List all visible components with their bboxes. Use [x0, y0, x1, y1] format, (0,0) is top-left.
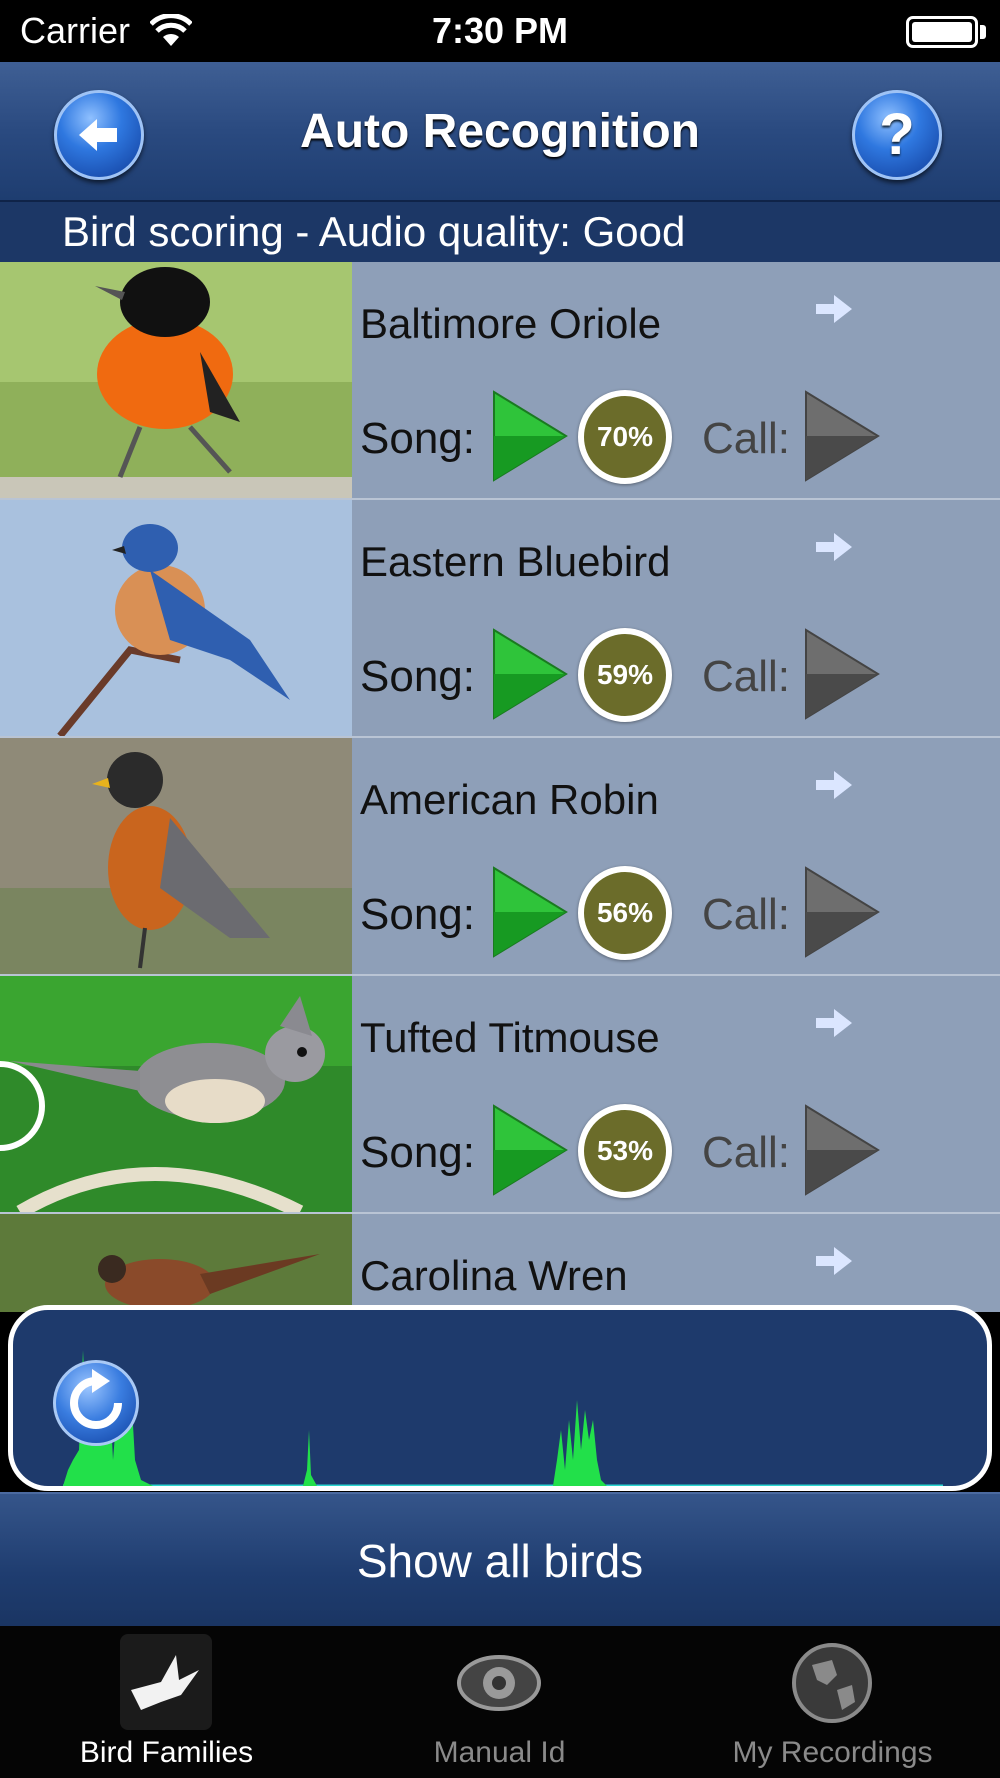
play-call-icon[interactable]: [804, 390, 880, 482]
bird-list[interactable]: Baltimore Oriole Song: 70% Call: Eastern…: [0, 262, 1000, 1312]
bird-photo-carolina-wren: [0, 1214, 352, 1312]
audio-quality-header: Bird scoring - Audio quality: Good: [0, 202, 1000, 262]
bird-photo-baltimore-oriole: [0, 262, 352, 498]
bird-row-baltimore-oriole[interactable]: Baltimore Oriole Song: 70% Call:: [0, 262, 1000, 500]
globe-icon: [792, 1643, 872, 1723]
show-all-birds-button[interactable]: Show all birds: [0, 1492, 1000, 1626]
tab-manual-id[interactable]: Manual Id: [333, 1626, 666, 1778]
match-score-badge: 70%: [578, 390, 672, 484]
bird-row-carolina-wren[interactable]: Carolina Wren: [0, 1214, 1000, 1312]
tab-my-recordings[interactable]: My Recordings: [666, 1626, 999, 1778]
bird-photo-eastern-bluebird: [0, 500, 352, 736]
eye-icon: [457, 1655, 541, 1711]
tab-bar: Bird Families Manual Id My Recordings: [0, 1626, 1000, 1778]
play-song-icon[interactable]: [492, 1104, 568, 1196]
match-score-badge: 59%: [578, 628, 672, 722]
bird-name: Carolina Wren: [360, 1252, 628, 1299]
detail-arrow-icon[interactable]: [814, 292, 854, 326]
call-label: Call:: [702, 414, 791, 463]
bird-name: Baltimore Oriole: [360, 300, 662, 347]
tab-label: Manual Id: [433, 1736, 566, 1769]
tab-bird-families[interactable]: Bird Families: [0, 1626, 333, 1778]
help-icon: ?: [879, 102, 915, 167]
call-label: Call:: [702, 1128, 791, 1177]
call-label: Call:: [702, 890, 791, 939]
play-call-icon[interactable]: [804, 628, 880, 720]
detail-arrow-icon[interactable]: [814, 1006, 854, 1040]
song-label: Song:: [360, 652, 475, 701]
bird-photo-tufted-titmouse: [0, 976, 352, 1212]
bird-row-tufted-titmouse[interactable]: Tufted Titmouse Song: 53% Call:: [0, 976, 1000, 1214]
battery-icon: [906, 16, 978, 48]
bird-photo-american-robin: [0, 738, 352, 974]
bird-row-american-robin[interactable]: American Robin Song: 56% Call:: [0, 738, 1000, 976]
detail-arrow-icon[interactable]: [814, 530, 854, 564]
help-button[interactable]: ?: [852, 90, 942, 180]
call-label: Call:: [702, 652, 791, 701]
tab-label: My Recordings: [732, 1736, 933, 1769]
page-title: Auto Recognition: [300, 105, 700, 158]
bird-row-eastern-bluebird[interactable]: Eastern Bluebird Song: 59% Call:: [0, 500, 1000, 738]
bird-name: Tufted Titmouse: [360, 1014, 660, 1061]
audio-waveform: [63, 1350, 943, 1486]
clock: 7:30 PM: [431, 10, 569, 51]
match-score-badge: 56%: [578, 866, 672, 960]
battery-tip: [980, 25, 986, 39]
status-bar: Carrier 7:30 PM: [0, 0, 1000, 62]
refresh-icon: [70, 1369, 122, 1429]
play-song-icon[interactable]: [492, 628, 568, 720]
nav-bar: Auto Recognition ?: [0, 62, 1000, 202]
bird-name: American Robin: [360, 776, 659, 823]
play-song-icon[interactable]: [492, 390, 568, 482]
play-song-icon[interactable]: [492, 866, 568, 958]
match-score-badge: 53%: [578, 1104, 672, 1198]
replay-button[interactable]: [53, 1360, 139, 1446]
play-call-icon[interactable]: [804, 866, 880, 958]
bird-name: Eastern Bluebird: [360, 538, 671, 585]
song-label: Song:: [360, 1128, 475, 1177]
waveform-panel: [8, 1305, 992, 1491]
song-label: Song:: [360, 890, 475, 939]
detail-arrow-icon[interactable]: [814, 768, 854, 802]
tab-label: Bird Families: [79, 1736, 254, 1769]
play-call-icon[interactable]: [804, 1104, 880, 1196]
dove-icon: [131, 1655, 199, 1710]
song-label: Song:: [360, 414, 475, 463]
detail-arrow-icon[interactable]: [814, 1244, 854, 1278]
